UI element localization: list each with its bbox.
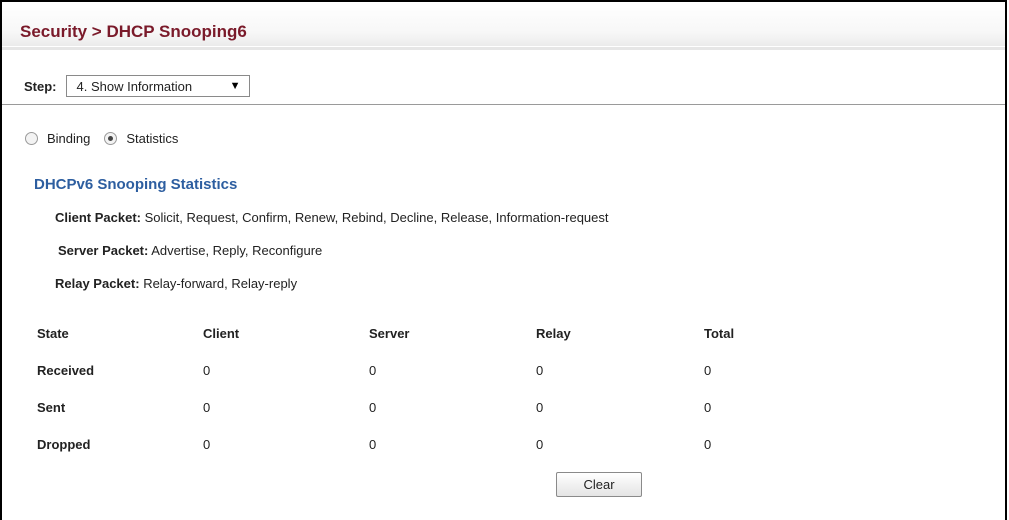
column-header-server: Server xyxy=(369,326,410,341)
row-label-dropped: Dropped xyxy=(37,437,91,452)
step-divider xyxy=(2,104,1005,105)
title-bar: Security > DHCP Snooping6 xyxy=(2,2,1005,46)
table-cell: 0 xyxy=(203,363,211,378)
relay-packet-label: Relay Packet: xyxy=(55,276,140,291)
table-cell: 0 xyxy=(536,437,544,452)
radio-selected-dot xyxy=(108,136,114,141)
radio-option-statistics[interactable]: Statistics xyxy=(104,131,178,146)
title-divider xyxy=(2,47,1005,50)
table-row: Dropped 0 0 0 0 xyxy=(37,426,804,463)
column-header-client: Client xyxy=(203,326,240,341)
table-cell: 0 xyxy=(369,437,377,452)
table-row: Sent 0 0 0 0 xyxy=(37,389,804,426)
step-select[interactable]: 4. Show Information ▼ xyxy=(65,75,250,97)
server-packet-value: Advertise, Reply, Reconfigure xyxy=(151,243,323,258)
view-radio-group: Binding Statistics xyxy=(25,131,192,146)
step-select-value: 4. Show Information xyxy=(76,78,193,94)
row-label-received: Received xyxy=(37,363,95,378)
table-cell: 0 xyxy=(536,400,544,415)
relay-packet-value: Relay-forward, Relay-reply xyxy=(143,276,298,291)
column-header-total: Total xyxy=(704,326,735,341)
radio-label-binding: Binding xyxy=(47,131,91,146)
client-packet-info: Client Packet: Solicit, Request, Confirm… xyxy=(55,210,609,225)
clear-button[interactable]: Clear xyxy=(556,472,642,497)
column-header-relay: Relay xyxy=(536,326,571,341)
table-header-row: State Client Server Relay Total xyxy=(37,315,804,352)
radio-button-binding[interactable] xyxy=(25,132,38,145)
client-packet-value: Solicit, Request, Confirm, Renew, Rebind… xyxy=(144,210,609,225)
table-cell: 0 xyxy=(369,400,377,415)
client-packet-label: Client Packet: xyxy=(55,210,141,225)
page-title: Security > DHCP Snooping6 xyxy=(20,22,247,41)
table-cell: 0 xyxy=(704,437,712,452)
table-cell: 0 xyxy=(369,363,377,378)
table-cell: 0 xyxy=(704,363,712,378)
relay-packet-info: Relay Packet: Relay-forward, Relay-reply xyxy=(55,276,297,291)
radio-label-statistics: Statistics xyxy=(126,131,179,146)
table-cell: 0 xyxy=(536,363,544,378)
column-header-state: State xyxy=(37,326,69,341)
radio-button-statistics[interactable] xyxy=(104,132,118,145)
statistics-table: State Client Server Relay Total Received… xyxy=(37,315,804,463)
triangle-down-icon: ▼ xyxy=(229,80,241,92)
table-cell: 0 xyxy=(203,400,211,415)
server-packet-label: Server Packet: xyxy=(58,243,149,258)
section-title: DHCPv6 Snooping Statistics xyxy=(34,176,238,193)
table-cell: 0 xyxy=(203,437,211,452)
step-row: Step: 4. Show Information ▼ xyxy=(24,73,250,99)
table-cell: 0 xyxy=(704,400,712,415)
radio-option-binding[interactable]: Binding xyxy=(25,131,90,146)
table-row: Received 0 0 0 0 xyxy=(37,352,804,389)
step-label: Step: xyxy=(24,78,57,94)
server-packet-info: Server Packet: Advertise, Reply, Reconfi… xyxy=(58,243,322,258)
row-label-sent: Sent xyxy=(37,400,66,415)
